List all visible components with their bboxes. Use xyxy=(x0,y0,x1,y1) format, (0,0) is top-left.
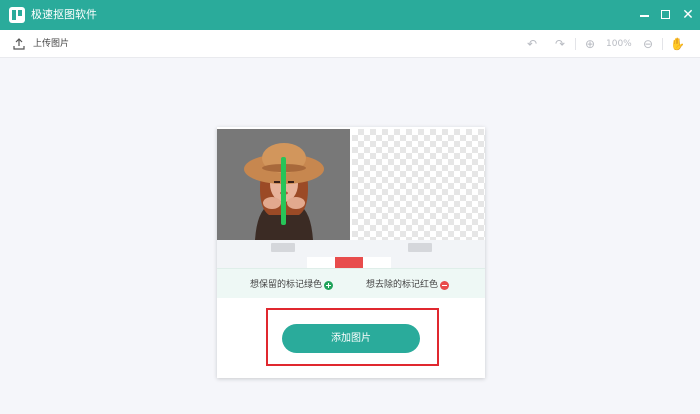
toolbar-divider xyxy=(662,38,663,50)
hand-icon[interactable]: ✋ xyxy=(670,37,685,51)
zoom-out-icon[interactable]: ⊖ xyxy=(641,37,655,51)
original-preview xyxy=(217,129,350,240)
remove-hint-text: 想去除的标记红色 xyxy=(366,280,439,290)
upload-image-button[interactable]: 上传图片 xyxy=(33,38,69,50)
keep-hint: 想保留的标记绿色 xyxy=(250,279,334,291)
portrait-image xyxy=(217,129,350,240)
zoom-level: 100% xyxy=(606,39,632,49)
mini-tab-remove xyxy=(335,257,363,268)
maximize-button[interactable] xyxy=(657,6,675,24)
mini-tabs xyxy=(307,257,391,268)
title-bar: 极速抠图软件 ✕ xyxy=(0,0,700,30)
zoom-in-icon[interactable]: ⊕ xyxy=(583,37,597,51)
mini-slider-left xyxy=(271,243,295,252)
mini-slider-right xyxy=(408,243,432,252)
toolbar: 上传图片 ↶ ↷ ⊕ 100% ⊖ ✋ xyxy=(0,30,700,58)
minus-circle-icon xyxy=(440,280,450,290)
toolbar-divider xyxy=(575,38,576,50)
maximize-icon xyxy=(661,10,670,19)
undo-icon[interactable]: ↶ xyxy=(525,37,539,51)
add-image-button[interactable]: 添加图片 xyxy=(282,324,420,353)
mini-tab-erase xyxy=(363,257,391,268)
keep-hint-text: 想保留的标记绿色 xyxy=(250,280,323,290)
minimize-button[interactable] xyxy=(636,6,654,24)
window-title: 极速抠图软件 xyxy=(31,8,97,21)
close-button[interactable]: ✕ xyxy=(679,6,697,24)
mini-controls-strip xyxy=(217,240,485,268)
redo-icon[interactable]: ↷ xyxy=(553,37,567,51)
marker-hint-bar: 想保留的标记绿色 想去除的标记红色 xyxy=(217,268,485,298)
plus-circle-icon xyxy=(324,280,334,290)
remove-hint: 想去除的标记红色 xyxy=(366,279,450,291)
mini-tab-keep xyxy=(307,257,335,268)
upload-icon[interactable] xyxy=(13,38,25,50)
minimize-icon xyxy=(640,15,649,17)
app-logo-icon xyxy=(9,7,25,23)
transparent-result-preview xyxy=(352,129,485,240)
guide-card: 想保留的标记绿色 想去除的标记红色 添加图片 xyxy=(217,127,485,378)
